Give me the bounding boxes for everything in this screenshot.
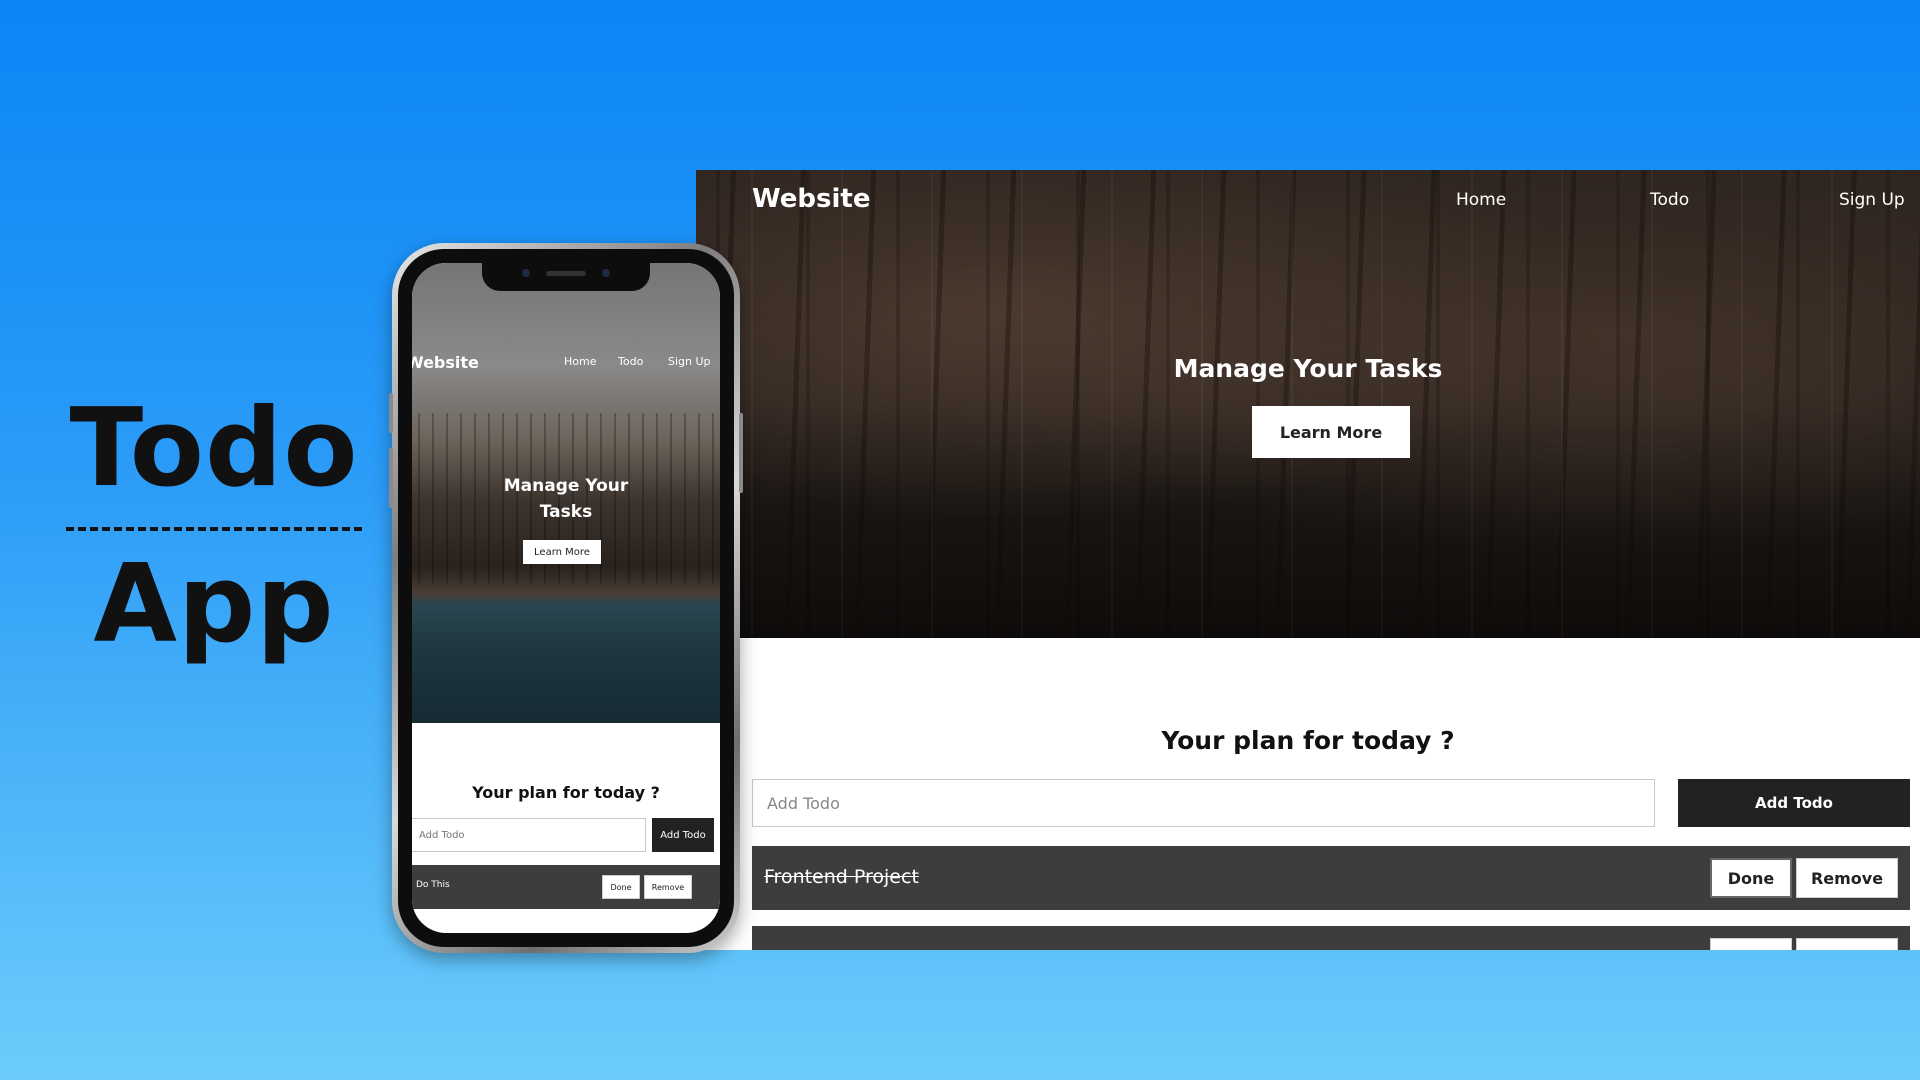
todo-done-button[interactable]: Done bbox=[1710, 858, 1792, 898]
desktop-nav-signup[interactable]: Sign Up bbox=[1839, 190, 1905, 210]
desktop-nav-home[interactable]: Home bbox=[1456, 190, 1506, 210]
desktop-hero: Website Home Todo Sign Up Manage Your Ta… bbox=[696, 170, 1920, 638]
todo-row-partial bbox=[752, 926, 1910, 950]
phone-hero-title-line2: Tasks bbox=[539, 502, 593, 522]
promo-title: Todo App bbox=[66, 395, 362, 659]
todo-remove-button[interactable]: Remove bbox=[1796, 858, 1898, 898]
desktop-add-todo-input[interactable]: Add Todo bbox=[752, 779, 1655, 827]
todo-text: Frontend Project bbox=[764, 866, 919, 888]
phone-screen: Website Home Todo Sign Up Manage Your Ta… bbox=[412, 263, 720, 933]
todo-text: Do This bbox=[416, 880, 450, 890]
desktop-brand-logo[interactable]: Website bbox=[752, 184, 870, 214]
desktop-add-todo-button[interactable]: Add Todo bbox=[1678, 779, 1910, 827]
todo-done-button[interactable]: Done bbox=[602, 875, 640, 899]
desktop-nav-todo[interactable]: Todo bbox=[1650, 190, 1689, 210]
speaker-icon bbox=[546, 271, 586, 276]
todo-remove-button[interactable]: Remove bbox=[644, 875, 692, 899]
desktop-plan-heading: Your plan for today ? bbox=[1161, 726, 1455, 755]
phone-add-todo-input[interactable]: Add Todo bbox=[412, 818, 646, 852]
phone-volume-button bbox=[389, 393, 393, 433]
phone-nav-todo[interactable]: Todo bbox=[618, 355, 643, 368]
camera-icon bbox=[522, 269, 530, 277]
promo-word-app: App bbox=[93, 542, 335, 667]
phone-mockup: Website Home Todo Sign Up Manage Your Ta… bbox=[389, 243, 743, 953]
todo-row: Do This Done Remove bbox=[412, 865, 720, 909]
desktop-learn-more-button[interactable]: Learn More bbox=[1252, 406, 1410, 458]
desktop-screenshot: Website Home Todo Sign Up Manage Your Ta… bbox=[696, 170, 1920, 950]
phone-plan-heading: Your plan for today ? bbox=[472, 783, 660, 802]
todo-row: Frontend Project Done Remove bbox=[752, 846, 1910, 910]
phone-hero-title-line1: Manage Your bbox=[503, 476, 629, 496]
promo-word-todo: Todo bbox=[69, 386, 359, 511]
phone-hero: Website Home Todo Sign Up Manage Your Ta… bbox=[412, 263, 720, 723]
promo-divider bbox=[66, 527, 362, 531]
phone-volume-button bbox=[389, 448, 393, 508]
phone-nav-signup[interactable]: Sign Up bbox=[668, 355, 711, 368]
phone-hero-title: Manage Your Tasks bbox=[412, 473, 720, 525]
desktop-hero-title: Manage Your Tasks bbox=[1173, 354, 1443, 383]
todo-remove-button-partial[interactable] bbox=[1796, 938, 1898, 950]
phone-notch bbox=[482, 263, 650, 291]
hero-forest-image bbox=[696, 170, 1920, 638]
phone-add-todo-button[interactable]: Add Todo bbox=[652, 818, 714, 852]
todo-done-button-partial[interactable] bbox=[1710, 938, 1792, 950]
phone-nav-home[interactable]: Home bbox=[564, 355, 596, 368]
phone-power-button bbox=[739, 413, 743, 493]
phone-learn-more-button[interactable]: Learn More bbox=[523, 540, 601, 564]
phone-brand-logo[interactable]: Website bbox=[412, 353, 479, 372]
camera-icon bbox=[602, 269, 610, 277]
